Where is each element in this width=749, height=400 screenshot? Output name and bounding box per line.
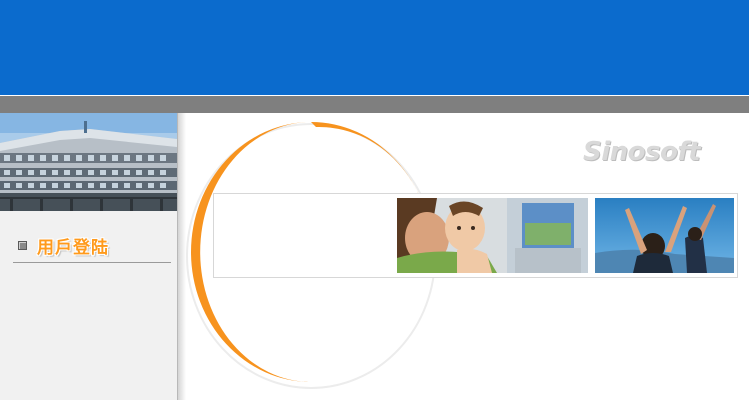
main-content: Sinosoft bbox=[186, 113, 749, 400]
square-bullet-icon bbox=[18, 240, 27, 250]
page: 用戶登陆 Sinosoft bbox=[0, 0, 749, 400]
building-photo bbox=[0, 113, 177, 211]
mother-child-photo bbox=[397, 198, 588, 273]
menu-divider bbox=[13, 262, 171, 263]
header-divider-bar bbox=[0, 96, 749, 113]
header-banner bbox=[0, 0, 749, 96]
sinosoft-logo: Sinosoft bbox=[583, 137, 701, 167]
sidebar-shadow bbox=[178, 113, 186, 400]
sidebar: 用戶登陆 bbox=[0, 113, 178, 400]
photo-banner bbox=[213, 193, 738, 278]
sidebar-item-label[interactable]: 用戶登陆 bbox=[37, 233, 109, 258]
sidebar-item-user-login[interactable]: 用戶登陆 bbox=[18, 233, 109, 258]
child-sky-photo bbox=[595, 198, 734, 273]
